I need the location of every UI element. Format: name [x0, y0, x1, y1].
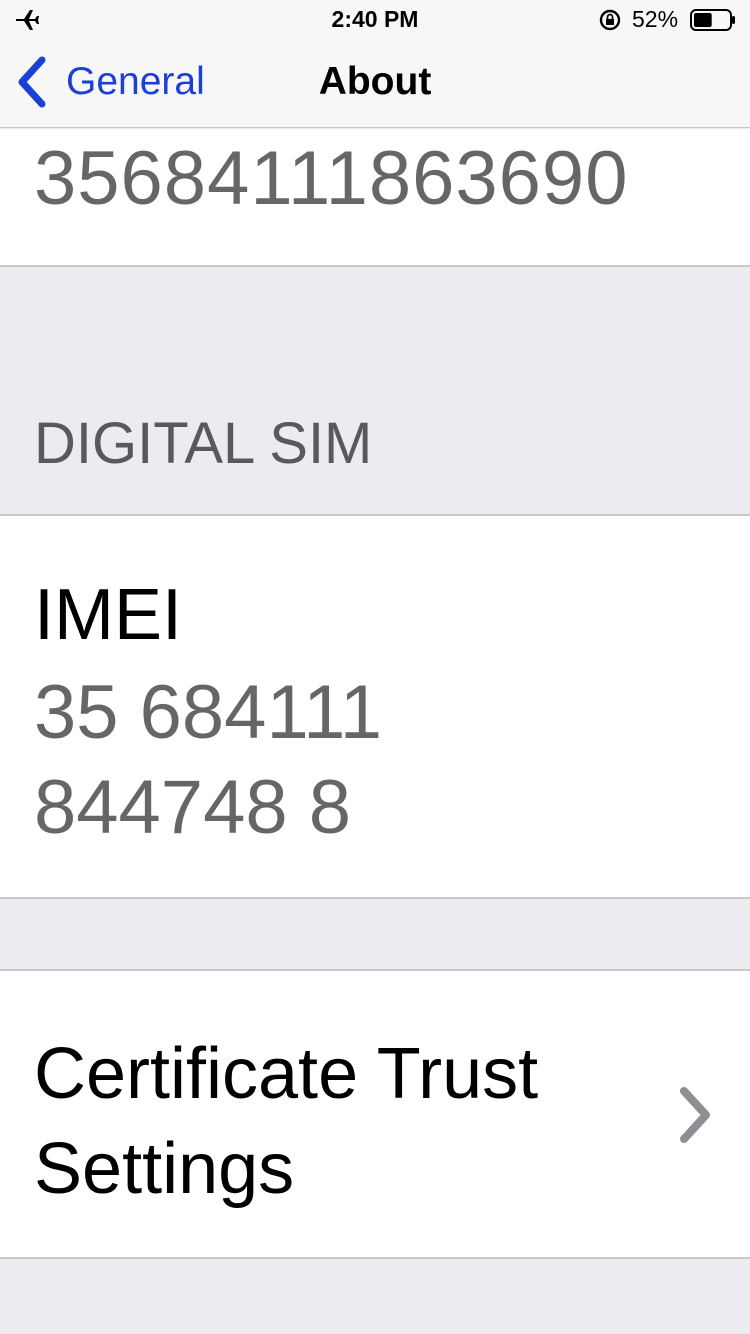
orientation-lock-icon — [599, 9, 621, 31]
imei-label: IMEI — [34, 575, 183, 655]
page-title: About — [318, 60, 432, 103]
section-header-digital-sim: DIGITAL SIM — [34, 411, 373, 476]
certificate-trust-settings-row[interactable]: Certificate Trust Settings — [0, 969, 750, 1259]
battery-icon — [690, 9, 735, 31]
info-cell: 35684111863690 — [0, 129, 750, 267]
certificate-trust-settings-label: Certificate Trust Settings — [34, 1034, 539, 1209]
info-value: 35684111863690 — [34, 136, 629, 221]
status-bar: 2:40 PM 52% — [0, 0, 750, 40]
about-screen: 2:40 PM 52% General About 35684111863690… — [0, 0, 750, 1334]
imei-value-line-2: 844748 8 — [34, 765, 351, 850]
navigation-bar: General About — [0, 40, 750, 128]
battery-percentage: 52% — [632, 6, 679, 32]
chevron-right-icon — [680, 1087, 710, 1143]
imei-cell: IMEI 35 684111 844748 8 — [0, 514, 750, 899]
imei-value-line-1: 35 684111 — [34, 670, 382, 755]
